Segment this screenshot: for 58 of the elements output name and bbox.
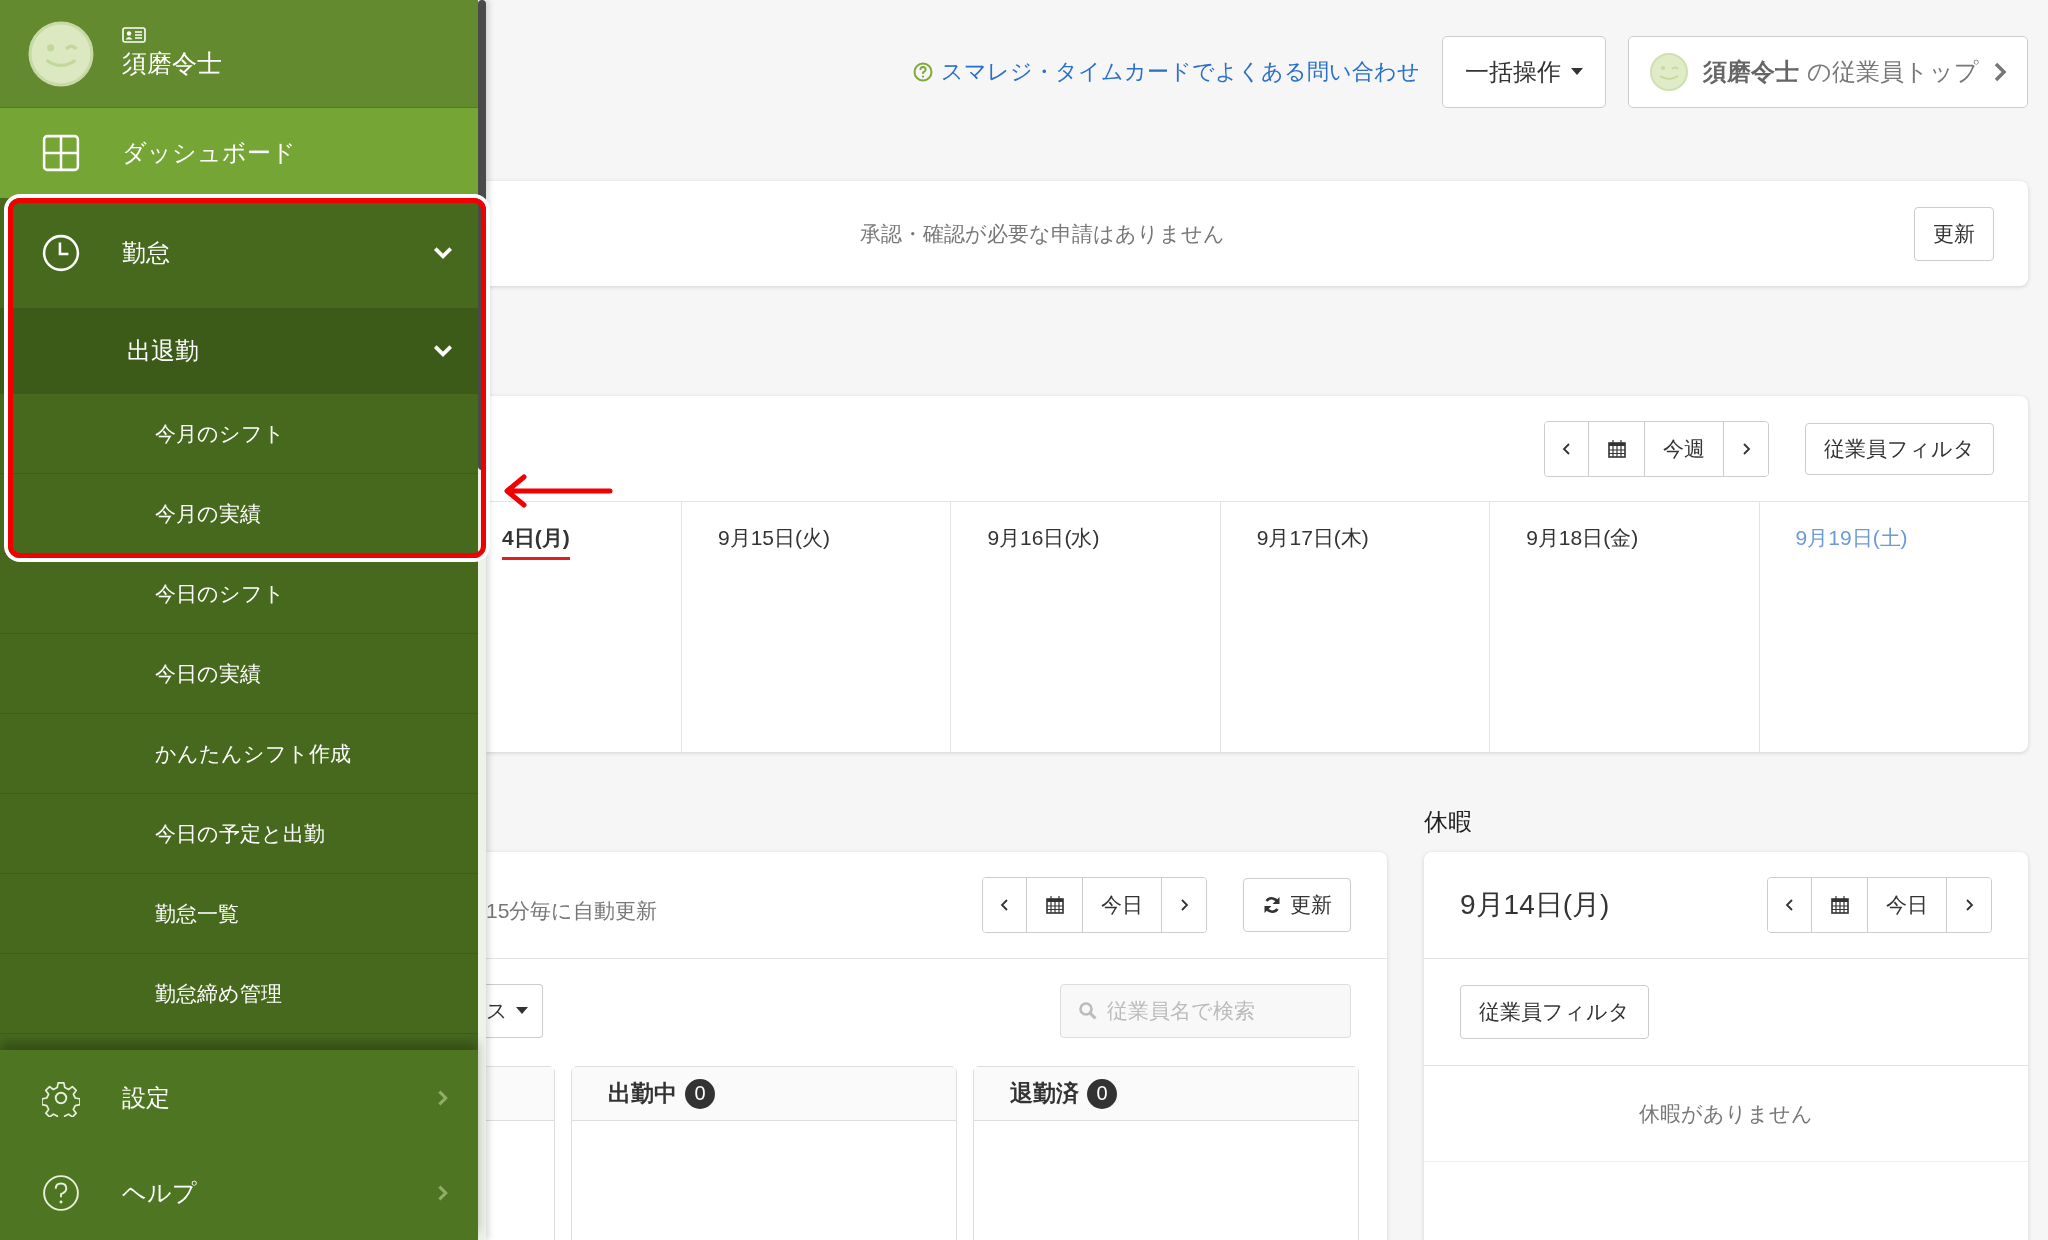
scrollbar[interactable] bbox=[478, 0, 486, 470]
calendar-icon bbox=[1829, 895, 1850, 915]
help-link[interactable]: スマレジ・タイムカードでよくある問い合わせ bbox=[913, 57, 1420, 87]
approvals-message: 承認・確認が必要な申請はありません bbox=[860, 220, 1226, 247]
grid-icon bbox=[42, 134, 80, 172]
status-dropdown[interactable]: ス bbox=[486, 984, 543, 1038]
refresh-icon bbox=[1262, 895, 1282, 915]
column-title: 出勤中 bbox=[608, 1079, 677, 1108]
count-badge: 0 bbox=[685, 1078, 715, 1109]
count-badge: 0 bbox=[1087, 1078, 1117, 1109]
empty-message: 休暇がありません bbox=[1639, 1100, 1813, 1127]
sidebar-item[interactable]: 今月の実績 bbox=[0, 474, 478, 554]
day-header: 4日(月) bbox=[502, 526, 570, 560]
auto-refresh-note: 15分毎に自動更新 bbox=[486, 898, 659, 924]
user-name: 須磨令士 bbox=[122, 48, 222, 79]
refresh-button[interactable]: 更新 bbox=[1243, 878, 1351, 932]
employee-top-button[interactable]: 須磨令士 の従業員トップ bbox=[1628, 36, 2028, 108]
day-header: 9月17日(木) bbox=[1256, 526, 1369, 551]
day-header: 9月18日(金) bbox=[1526, 526, 1639, 551]
refresh-button[interactable]: 更新 bbox=[1914, 206, 1994, 261]
leave-heading: 休暇 bbox=[1424, 807, 1473, 837]
help-icon bbox=[913, 62, 933, 82]
arrow-icon bbox=[502, 474, 614, 508]
chevron-right-icon bbox=[1179, 897, 1189, 913]
chevron-right-icon bbox=[1964, 897, 1974, 913]
sidebar-item[interactable]: 勤怠一覧 bbox=[0, 874, 478, 954]
sidebar-item[interactable]: 今日の実績 bbox=[0, 634, 478, 714]
day-header: 9月16日(水) bbox=[987, 526, 1100, 551]
id-card-icon bbox=[122, 27, 146, 43]
column-title: 退勤済 bbox=[1010, 1079, 1079, 1108]
sidebar-item[interactable]: 今日のシフト bbox=[0, 554, 478, 634]
help-icon bbox=[42, 1173, 80, 1212]
avatar-icon bbox=[1649, 52, 1689, 92]
chevron-right-icon bbox=[1993, 62, 2007, 82]
sidebar-item[interactable]: 今日の予定と出勤 bbox=[0, 794, 478, 874]
day-header: 9月19日(土) bbox=[1795, 526, 1908, 551]
sidebar-item[interactable]: 出退勤 bbox=[0, 308, 478, 394]
caret-icon bbox=[1571, 68, 1583, 76]
chevron-left-icon bbox=[1561, 440, 1572, 457]
chevron-left-icon bbox=[1784, 897, 1795, 913]
employee-filter-button[interactable]: 従業員フィルタ bbox=[1460, 985, 1649, 1039]
employee-filter-button[interactable]: 従業員フィルタ bbox=[1805, 422, 1994, 475]
calendar-icon bbox=[1606, 438, 1627, 459]
sidebar-item[interactable]: ヘルプ bbox=[0, 1145, 478, 1240]
day-header: 9月15日(火) bbox=[718, 526, 831, 551]
search-icon bbox=[1078, 1001, 1098, 1021]
avatar-icon bbox=[28, 20, 94, 87]
sidebar-item[interactable]: 設定 bbox=[0, 1050, 478, 1145]
sidebar-item[interactable]: かんたんシフト作成 bbox=[0, 714, 478, 794]
chevron-right-icon bbox=[1741, 440, 1751, 457]
search-field[interactable]: 従業員名で検索 bbox=[1060, 984, 1351, 1038]
sidebar-item[interactable]: 勤怠締め管理 bbox=[0, 954, 478, 1034]
bulk-action-button[interactable]: 一括操作 bbox=[1442, 36, 1606, 108]
chevron-left-icon bbox=[999, 897, 1010, 913]
caret-icon bbox=[516, 1007, 528, 1015]
leave-date: 9月14日(月) bbox=[1460, 888, 1610, 922]
clock-icon bbox=[42, 234, 80, 272]
calendar-icon bbox=[1044, 895, 1065, 915]
